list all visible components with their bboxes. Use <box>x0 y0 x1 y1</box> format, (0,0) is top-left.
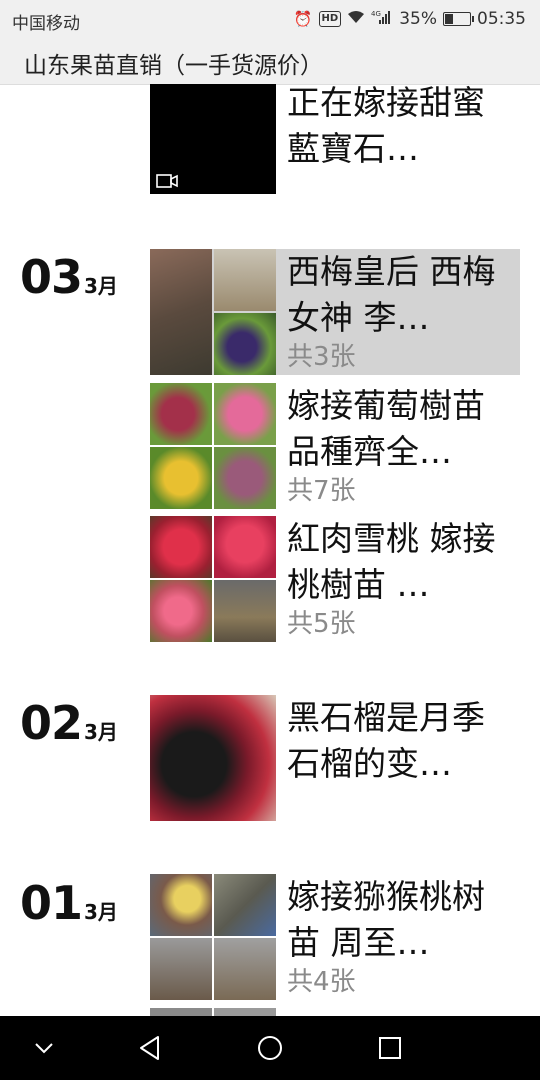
photo-thumbnail[interactable] <box>214 1008 276 1016</box>
post-title: 嫁接葡萄樹苗 品種齊全… <box>287 386 485 471</box>
photo-thumbnail[interactable] <box>150 938 212 1000</box>
photo-thumbnail[interactable] <box>150 383 212 445</box>
photo-count: 共3张 <box>287 342 356 372</box>
home-icon <box>258 1036 282 1060</box>
photo-thumbnail[interactable] <box>150 249 212 375</box>
post-item[interactable]: 西梅皇后 西梅女神 李… 共3张 <box>150 249 520 375</box>
post-title: 正在嫁接甜蜜藍寶石… <box>287 84 485 168</box>
date-month: 3月 <box>84 900 118 924</box>
date-month: 3月 <box>84 274 118 298</box>
wifi-icon <box>347 10 365 28</box>
signal-icon: 4G <box>371 9 393 29</box>
battery-level <box>445 14 453 24</box>
carrier-label: 中国移动 <box>12 14 80 34</box>
photo-thumbnail[interactable] <box>150 1008 212 1016</box>
post-title: 紅肉雪桃 嫁接桃樹苗 … <box>287 519 496 604</box>
home-button[interactable] <box>230 1016 310 1080</box>
photo-thumbnail[interactable] <box>150 447 212 509</box>
photo-thumbnail[interactable] <box>150 516 212 578</box>
photo-count: 共7张 <box>287 476 356 506</box>
recents-icon <box>379 1037 401 1059</box>
page-title: 山东果苗直销（一手货源价） <box>24 53 323 79</box>
photo-thumbnail[interactable] <box>214 516 276 578</box>
album-feed[interactable]: 正在嫁接甜蜜藍寶石… 03 3月 西梅皇后 西梅女神 李… 共3张 嫁接葡萄樹苗 … <box>0 84 540 1016</box>
post-item[interactable]: 嫁接葡萄樹苗 品種齊全… 共7张 <box>150 383 520 509</box>
alarm-icon: ⏰ <box>293 10 313 28</box>
collapse-button[interactable] <box>4 1016 84 1080</box>
back-button[interactable] <box>110 1016 190 1080</box>
video-thumbnail[interactable] <box>150 84 276 194</box>
video-icon <box>156 174 178 188</box>
photo-grid[interactable] <box>150 1008 276 1016</box>
photo-thumbnail[interactable] <box>214 874 276 936</box>
battery-icon <box>443 12 474 26</box>
chevron-down-icon <box>35 1043 53 1054</box>
app-header: 山东果苗直销（一手货源价） <box>0 38 540 85</box>
date-label: 01 3月 <box>20 876 118 930</box>
date-day: 02 <box>20 696 83 750</box>
post-title: 嫁接猕猴桃树苗 周至… <box>287 877 485 962</box>
network-type-label: 4G <box>371 10 381 18</box>
status-bar: 中国移动 ⏰ HD 4G 35% 05:35 <box>0 0 540 38</box>
status-icons: ⏰ HD 4G 35% 05:35 <box>294 9 526 29</box>
photo-count: 共5张 <box>287 609 356 639</box>
post-item[interactable]: 黑石榴是月季石榴的变… <box>150 695 520 821</box>
photo-count: 共4张 <box>287 967 356 997</box>
photo-thumbnail[interactable] <box>214 447 276 509</box>
photo-thumbnail[interactable] <box>150 874 212 936</box>
post-item[interactable]: 嫁接猕猴桃树苗 周至… 共4张 <box>150 874 520 1000</box>
date-day: 01 <box>20 876 83 930</box>
back-icon <box>140 1036 159 1060</box>
photo-grid[interactable] <box>150 874 276 1000</box>
photo-thumbnail[interactable] <box>214 249 276 311</box>
post-item-partial[interactable] <box>150 1008 520 1016</box>
hd-icon: HD <box>318 11 342 27</box>
recents-button[interactable] <box>350 1016 430 1080</box>
photo-grid[interactable] <box>150 249 276 375</box>
clock: 05:35 <box>477 9 526 29</box>
date-label: 02 3月 <box>20 696 118 750</box>
photo-grid[interactable] <box>150 383 276 509</box>
photo-thumbnail[interactable] <box>150 580 212 642</box>
system-nav-bar <box>0 1016 540 1080</box>
post-title: 黑石榴是月季石榴的变… <box>287 698 485 783</box>
post-title: 西梅皇后 西梅女神 李… <box>287 252 496 337</box>
post-item[interactable]: 紅肉雪桃 嫁接桃樹苗 … 共5张 <box>150 516 520 642</box>
photo-thumbnail[interactable] <box>214 383 276 445</box>
photo-thumbnail[interactable] <box>214 580 276 642</box>
photo-thumbnail[interactable] <box>150 695 276 821</box>
photo-thumbnail[interactable] <box>214 938 276 1000</box>
battery-percent: 35% <box>399 9 437 29</box>
photo-grid[interactable] <box>150 516 276 642</box>
date-label: 03 3月 <box>20 250 118 304</box>
post-item[interactable]: 正在嫁接甜蜜藍寶石… <box>150 84 520 194</box>
date-day: 03 <box>20 250 83 304</box>
date-month: 3月 <box>84 720 118 744</box>
photo-thumbnail[interactable] <box>214 313 276 375</box>
